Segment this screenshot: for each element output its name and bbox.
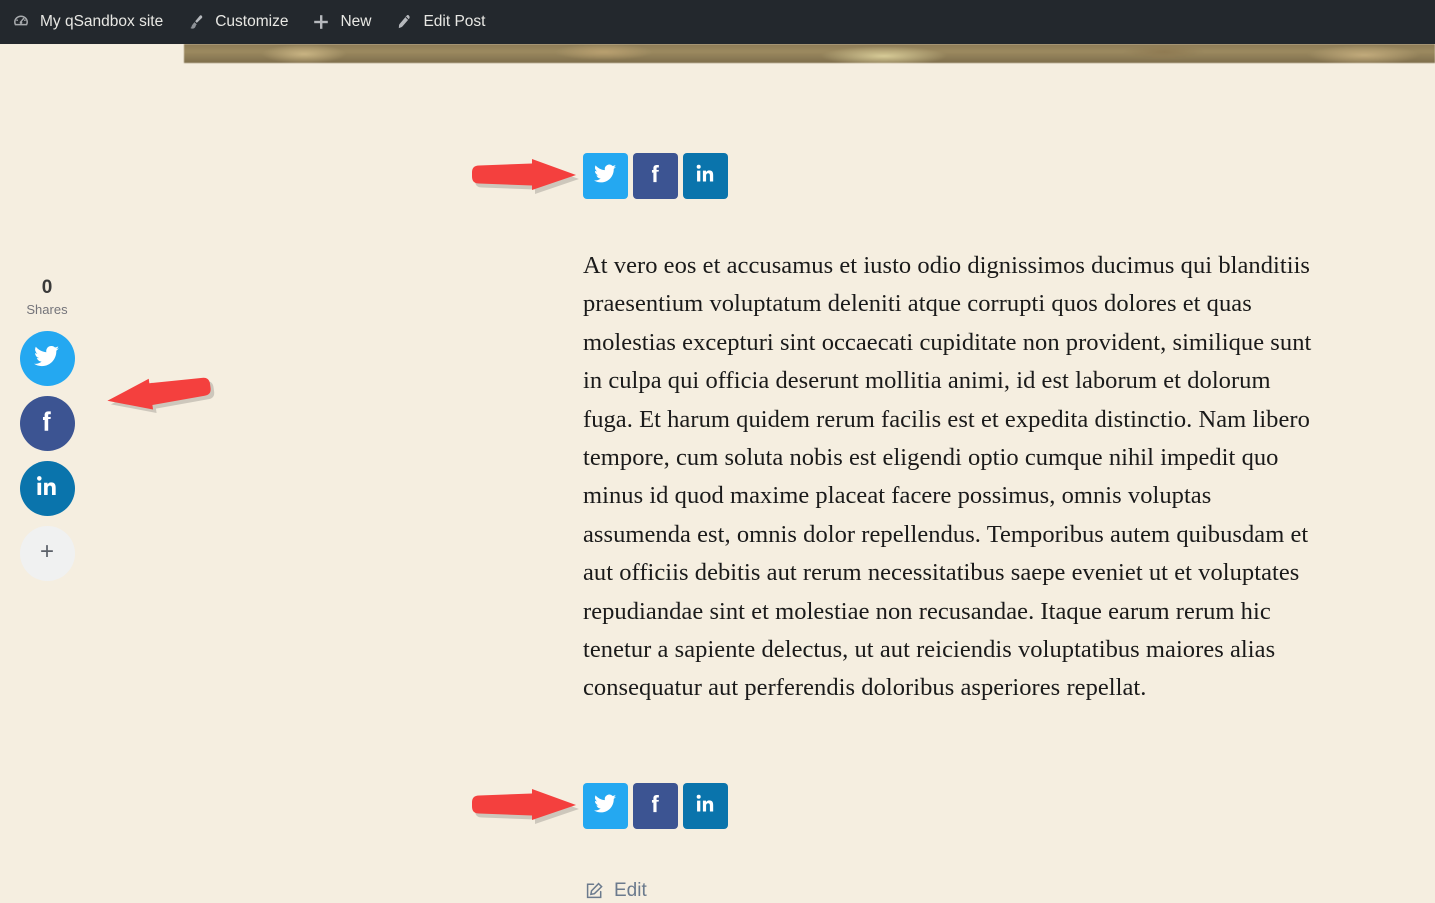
admin-bar-item-new[interactable]: New — [299, 0, 382, 44]
linkedin-icon — [34, 473, 60, 504]
admin-bar-label-site-name: My qSandbox site — [40, 12, 164, 30]
edit-square-icon — [584, 881, 604, 901]
annotation-arrow-share-rail — [88, 362, 218, 414]
linkedin-icon — [694, 162, 717, 190]
rail-share-button-more[interactable]: + — [19, 526, 75, 581]
pencil-icon — [393, 11, 415, 33]
admin-bar-label-customize: Customize — [215, 12, 289, 30]
linkedin-icon — [694, 792, 717, 820]
post-content: At vero eos et accusamus et iusto odio d… — [583, 247, 1323, 708]
rail-share-button-facebook[interactable] — [19, 396, 75, 451]
post-paragraph: At vero eos et accusamus et iusto odio d… — [583, 252, 1312, 702]
floating-share-rail: 0 Shares + — [18, 278, 76, 591]
edit-post-link-label: Edit — [614, 880, 647, 901]
plus-icon: + — [39, 537, 54, 565]
share-button-facebook-top[interactable] — [633, 153, 678, 199]
share-button-twitter-bottom[interactable] — [583, 783, 628, 829]
share-button-linkedin-bottom[interactable] — [683, 783, 728, 829]
admin-bar-label-new: New — [340, 12, 372, 30]
wordpress-dashboard-icon — [10, 11, 32, 33]
edit-post-link[interactable]: Edit — [584, 880, 647, 902]
admin-bar-item-customize[interactable]: Customize — [174, 0, 299, 44]
admin-bar-item-edit-post[interactable]: Edit Post — [382, 0, 496, 44]
share-count: 0 — [41, 277, 53, 298]
facebook-icon — [644, 792, 667, 820]
annotation-arrow-bottom-share — [470, 786, 582, 832]
twitter-icon — [594, 162, 617, 190]
admin-bar-item-site-name[interactable]: My qSandbox site — [0, 0, 174, 44]
admin-bar-label-edit-post: Edit Post — [423, 12, 486, 30]
rail-share-button-twitter[interactable] — [19, 331, 75, 386]
rail-share-button-linkedin[interactable] — [19, 461, 75, 516]
share-button-facebook-bottom[interactable] — [633, 783, 678, 829]
share-buttons-bottom — [583, 783, 728, 829]
share-button-twitter-top[interactable] — [583, 153, 628, 199]
paintbrush-icon — [185, 11, 207, 33]
twitter-icon — [594, 792, 617, 820]
facebook-icon — [644, 162, 667, 190]
wp-admin-bar: My qSandbox site Customize New Edit Post — [0, 0, 1435, 44]
header-image-strip — [184, 44, 1435, 63]
share-button-linkedin-top[interactable] — [683, 153, 728, 199]
twitter-icon — [34, 343, 60, 374]
share-buttons-top — [583, 153, 728, 199]
share-count-label: Shares — [26, 302, 68, 317]
annotation-arrow-top-share — [470, 156, 582, 202]
plus-icon — [310, 11, 332, 33]
facebook-icon — [34, 408, 60, 439]
